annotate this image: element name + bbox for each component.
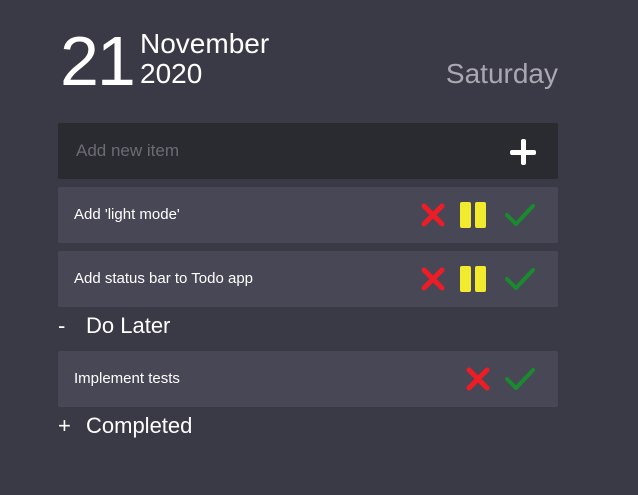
add-item-bar xyxy=(58,123,558,179)
complete-icon[interactable] xyxy=(504,201,535,229)
date-header: 21 November 2020 Saturday xyxy=(58,22,558,102)
do-later-toggle[interactable]: - Do Later xyxy=(58,312,170,340)
month-year: November 2020 xyxy=(140,29,269,89)
do-later-label: Do Later xyxy=(86,313,171,338)
delete-icon[interactable] xyxy=(419,265,447,293)
todo-item-text: Add status bar to Todo app xyxy=(74,270,254,287)
todo-item-text: Add 'light mode' xyxy=(74,206,180,223)
expand-sign: + xyxy=(58,413,71,438)
complete-icon[interactable] xyxy=(504,265,535,293)
todo-item: Add 'light mode' xyxy=(58,187,558,243)
todo-item: Implement tests xyxy=(58,351,558,407)
weekday-label: Saturday xyxy=(445,58,558,89)
pause-icon[interactable] xyxy=(459,201,487,229)
year-label: 2020 xyxy=(140,58,203,89)
todo-item: Add status bar to Todo app xyxy=(58,251,558,307)
pause-icon[interactable] xyxy=(459,265,487,293)
todo-item-text: Implement tests xyxy=(74,370,180,387)
plus-icon[interactable] xyxy=(508,137,538,167)
collapse-sign: - xyxy=(58,313,66,338)
add-item-input[interactable] xyxy=(58,123,488,179)
delete-icon[interactable] xyxy=(419,201,447,229)
month-label: November xyxy=(140,28,270,59)
delete-icon[interactable] xyxy=(464,365,492,393)
day-number: 21 xyxy=(60,22,136,100)
completed-label: Completed xyxy=(86,413,193,438)
complete-icon[interactable] xyxy=(504,365,535,393)
completed-toggle[interactable]: + Completed xyxy=(58,412,192,440)
